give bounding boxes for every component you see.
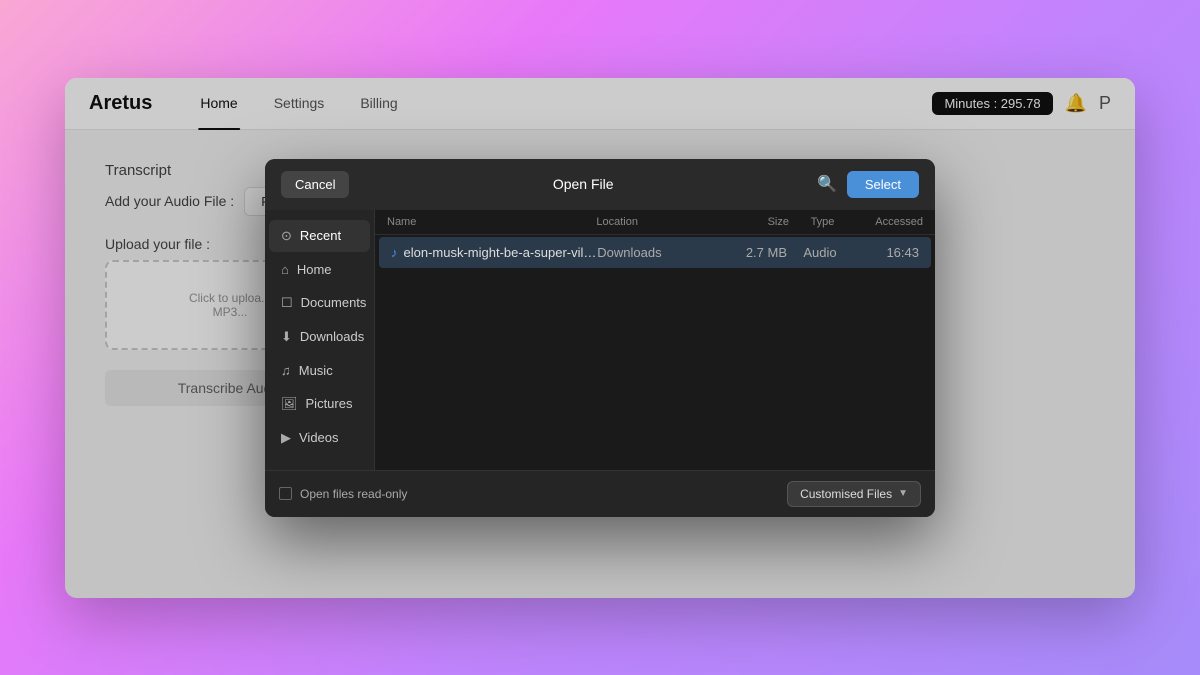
filelist-header: Name Location Size Type Accessed — [375, 210, 935, 235]
pictures-icon: 🖼 — [281, 396, 298, 412]
modal-title: Open File — [349, 176, 816, 192]
sidebar-item-videos[interactable]: ▶ Videos — [269, 422, 370, 454]
sidebar-item-recent[interactable]: ⊙ Recent — [269, 220, 370, 252]
file-size: 2.7 MB — [721, 245, 787, 260]
sidebar-item-music[interactable]: ♫ Music — [269, 355, 370, 386]
file-row[interactable]: ♪ elon-musk-might-be-a-super-villai... D… — [379, 237, 931, 268]
modal-search-icon[interactable]: 🔍 — [817, 174, 837, 194]
modal-sidebar: ⊙ Recent ⌂ Home ☐ Documents ⬇ Downloads — [265, 210, 375, 470]
chevron-down-icon: ▼ — [898, 488, 908, 499]
sidebar-item-label: Videos — [299, 430, 339, 445]
modal-filelist: Name Location Size Type Accessed ♪ elon-… — [375, 210, 935, 470]
sidebar-item-label: Recent — [300, 228, 341, 243]
downloads-icon: ⬇ — [281, 329, 292, 345]
col-header-name: Name — [387, 216, 596, 228]
sidebar-item-label: Music — [299, 363, 333, 378]
sidebar-item-label: Downloads — [300, 329, 364, 344]
videos-icon: ▶ — [281, 430, 291, 446]
read-only-text: Open files read-only — [300, 487, 407, 501]
customised-files-label: Customised Files — [800, 487, 892, 501]
col-header-type: Type — [789, 216, 856, 228]
modal-header: Cancel Open File 🔍 Select — [265, 159, 935, 210]
sidebar-item-label: Home — [297, 262, 332, 277]
sidebar-item-documents[interactable]: ☐ Documents — [269, 287, 370, 319]
modal-select-button[interactable]: Select — [847, 171, 919, 198]
col-header-location: Location — [596, 216, 722, 228]
modal-body: ⊙ Recent ⌂ Home ☐ Documents ⬇ Downloads — [265, 210, 935, 470]
col-header-accessed: Accessed — [856, 216, 923, 228]
audio-file-icon: ♪ — [391, 245, 398, 260]
sidebar-item-pictures[interactable]: 🖼 Pictures — [269, 388, 370, 420]
music-icon: ♫ — [281, 363, 291, 378]
file-type: Audio — [787, 245, 853, 260]
modal-footer: Open files read-only Customised Files ▼ — [265, 470, 935, 517]
customised-files-button[interactable]: Customised Files ▼ — [787, 481, 921, 507]
recent-icon: ⊙ — [281, 228, 292, 244]
col-header-size: Size — [722, 216, 789, 228]
sidebar-item-label: Pictures — [306, 396, 353, 411]
file-name: elon-musk-might-be-a-super-villai... — [404, 245, 598, 260]
home-icon: ⌂ — [281, 262, 289, 277]
modal-cancel-button[interactable]: Cancel — [281, 171, 349, 198]
documents-icon: ☐ — [281, 295, 293, 311]
read-only-label[interactable]: Open files read-only — [279, 487, 407, 501]
modal-overlay: Cancel Open File 🔍 Select ⊙ Recent ⌂ — [65, 78, 1135, 598]
read-only-checkbox[interactable] — [279, 487, 292, 500]
file-accessed: 16:43 — [853, 245, 919, 260]
file-location: Downloads — [597, 245, 721, 260]
app-window: Aretus Home Settings Billing Minutes : 2… — [65, 78, 1135, 598]
sidebar-item-label: Documents — [301, 295, 367, 310]
modal-header-right: 🔍 Select — [817, 171, 919, 198]
sidebar-item-home[interactable]: ⌂ Home — [269, 254, 370, 285]
open-file-modal: Cancel Open File 🔍 Select ⊙ Recent ⌂ — [265, 159, 935, 517]
sidebar-item-downloads[interactable]: ⬇ Downloads — [269, 321, 370, 353]
